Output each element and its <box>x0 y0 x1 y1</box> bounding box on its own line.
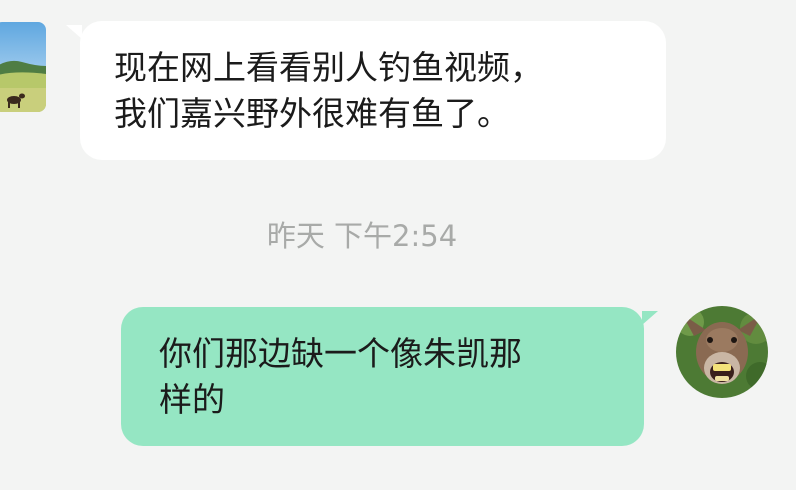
message-timestamp: 昨天 下午2:54 <box>266 219 458 253</box>
outgoing-message-bubble[interactable]: 你们那边缺一个像朱凯那 样的 <box>121 307 658 446</box>
incoming-message-bubble[interactable]: 现在网上看看别人钓鱼视频， 我们嘉兴野外很难有鱼了。 <box>66 21 666 160</box>
contact-avatar[interactable] <box>0 22 46 112</box>
donkey-avatar-icon <box>676 306 768 398</box>
outgoing-message-text: 你们那边缺一个像朱凯那 样的 <box>159 334 522 419</box>
user-avatar[interactable] <box>676 306 768 398</box>
incoming-message-text: 现在网上看看别人钓鱼视频， 我们嘉兴野外很难有鱼了。 <box>114 48 543 133</box>
landscape-avatar-icon <box>0 22 46 112</box>
